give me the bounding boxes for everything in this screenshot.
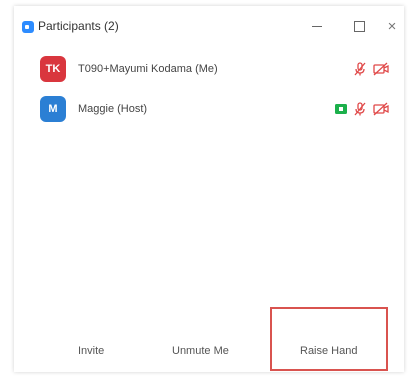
maximize-icon — [353, 20, 365, 32]
participants-window: Participants (2) × TK T090+Mayumi Kodama… — [14, 6, 404, 372]
participant-name: T090+Mayumi Kodama (Me) — [78, 63, 218, 75]
invite-button[interactable]: Invite — [78, 342, 104, 360]
avatar: TK — [40, 56, 66, 82]
minimize-icon — [312, 25, 322, 27]
video-on-icon — [334, 103, 348, 115]
participant-status-icons — [352, 59, 390, 79]
participant-row-host[interactable]: M Maggie (Host) — [14, 88, 404, 128]
participant-status-icons — [334, 99, 390, 119]
camera-off-icon[interactable] — [372, 101, 390, 117]
participant-list: TK T090+Mayumi Kodama (Me) M Maggie (Hos… — [14, 48, 404, 128]
avatar-initials: TK — [45, 63, 61, 75]
participant-row-me[interactable]: TK T090+Mayumi Kodama (Me) — [14, 48, 404, 88]
avatar-initials: M — [48, 103, 58, 115]
mic-muted-icon[interactable] — [352, 61, 368, 77]
maximize-button[interactable] — [344, 14, 374, 38]
minimize-button[interactable] — [302, 14, 332, 38]
avatar: M — [40, 96, 66, 122]
mic-muted-icon[interactable] — [352, 101, 368, 117]
raise-hand-button[interactable]: Raise Hand — [300, 342, 357, 360]
title-bar: Participants (2) × — [14, 6, 404, 42]
camera-off-icon[interactable] — [372, 61, 390, 77]
window-title: Participants (2) — [38, 19, 119, 33]
zoom-logo-icon — [22, 21, 34, 33]
participant-name: Maggie (Host) — [78, 103, 148, 115]
close-icon: × — [387, 17, 397, 35]
page: Participants (2) × TK T090+Mayumi Kodama… — [0, 0, 413, 379]
bottom-toolbar: Invite Unmute Me Raise Hand — [14, 328, 404, 372]
unmute-me-button[interactable]: Unmute Me — [172, 342, 229, 360]
close-button[interactable]: × — [377, 14, 407, 38]
